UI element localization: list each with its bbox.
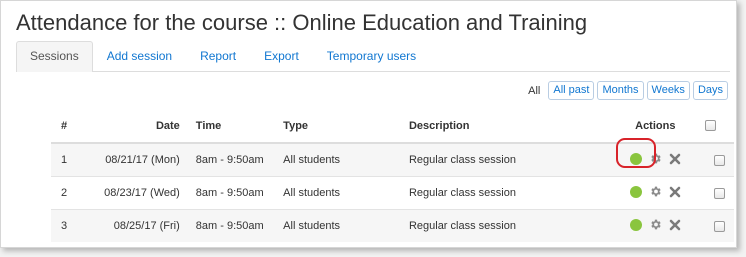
row-checkbox[interactable] bbox=[713, 220, 725, 232]
close-icon[interactable] bbox=[669, 219, 681, 231]
row-description: Regular class session bbox=[408, 176, 607, 210]
row-number: 3 bbox=[51, 209, 88, 242]
filter-days-button[interactable]: Days bbox=[692, 81, 728, 100]
row-time: 8am - 9:50am bbox=[195, 209, 284, 242]
sessions-table: # Date Time Type Description Actions 1 0… bbox=[51, 109, 734, 242]
row-select bbox=[704, 142, 734, 177]
actions-group bbox=[615, 138, 681, 169]
table-row: 1 08/21/17 (Mon) 8am - 9:50am All studen… bbox=[51, 138, 734, 177]
row-number: 2 bbox=[51, 176, 88, 210]
row-description: Regular class session bbox=[408, 209, 607, 242]
view-filter-bar: All All past Months Weeks Days bbox=[528, 81, 728, 100]
tab-add-session[interactable]: Add session bbox=[93, 41, 186, 71]
close-icon[interactable] bbox=[669, 186, 681, 198]
row-type: All students bbox=[283, 176, 409, 210]
tab-report[interactable]: Report bbox=[186, 41, 250, 71]
row-date: 08/25/17 (Fri) bbox=[87, 209, 196, 242]
header-type: Type bbox=[283, 109, 409, 144]
filter-all-past-button[interactable]: All past bbox=[548, 81, 595, 100]
table-row: 3 08/25/17 (Fri) 8am - 9:50am All studen… bbox=[51, 209, 734, 242]
attendance-window: Attendance for the course :: Online Educ… bbox=[0, 0, 737, 248]
table-header-row: # Date Time Type Description Actions bbox=[51, 109, 734, 144]
row-actions bbox=[606, 209, 705, 242]
row-checkbox[interactable] bbox=[713, 154, 725, 166]
filter-weeks-button[interactable]: Weeks bbox=[646, 81, 690, 100]
row-time: 8am - 9:50am bbox=[195, 176, 284, 210]
select-all-checkbox[interactable] bbox=[704, 120, 716, 132]
table-row: 2 08/23/17 (Wed) 8am - 9:50am All studen… bbox=[51, 176, 734, 210]
tab-export[interactable]: Export bbox=[250, 41, 313, 71]
actions-group bbox=[629, 218, 681, 231]
tab-bar: Sessions Add session Report Export Tempo… bbox=[16, 41, 730, 72]
close-icon[interactable] bbox=[669, 153, 681, 165]
header-date: Date bbox=[87, 109, 196, 144]
gear-icon[interactable] bbox=[649, 185, 662, 198]
header-number: # bbox=[51, 109, 88, 144]
page-title: Attendance for the course :: Online Educ… bbox=[16, 10, 588, 35]
row-actions bbox=[606, 176, 705, 210]
row-select bbox=[704, 209, 734, 242]
row-actions bbox=[606, 138, 705, 177]
header-actions: Actions bbox=[606, 109, 705, 144]
header-time: Time bbox=[195, 109, 284, 144]
row-select bbox=[704, 176, 734, 210]
filter-current-all: All bbox=[528, 84, 541, 97]
tab-temporary-users[interactable]: Temporary users bbox=[313, 41, 430, 71]
filter-months-button[interactable]: Months bbox=[597, 81, 644, 100]
row-date: 08/23/17 (Wed) bbox=[87, 176, 196, 210]
take-attendance-icon[interactable] bbox=[629, 185, 642, 198]
row-type: All students bbox=[283, 142, 409, 177]
gear-icon[interactable] bbox=[649, 218, 662, 231]
tab-sessions[interactable]: Sessions bbox=[16, 41, 93, 72]
header-description: Description bbox=[408, 109, 607, 144]
take-attendance-icon[interactable] bbox=[629, 218, 642, 231]
take-attendance-icon[interactable] bbox=[629, 152, 642, 165]
header-select-all bbox=[704, 109, 734, 144]
row-checkbox[interactable] bbox=[713, 187, 725, 199]
row-date: 08/21/17 (Mon) bbox=[87, 142, 196, 177]
actions-group bbox=[629, 185, 681, 198]
row-number: 1 bbox=[51, 142, 88, 177]
row-type: All students bbox=[283, 209, 409, 242]
gear-icon[interactable] bbox=[649, 152, 662, 165]
row-description: Regular class session bbox=[408, 142, 607, 177]
row-time: 8am - 9:50am bbox=[195, 142, 284, 177]
